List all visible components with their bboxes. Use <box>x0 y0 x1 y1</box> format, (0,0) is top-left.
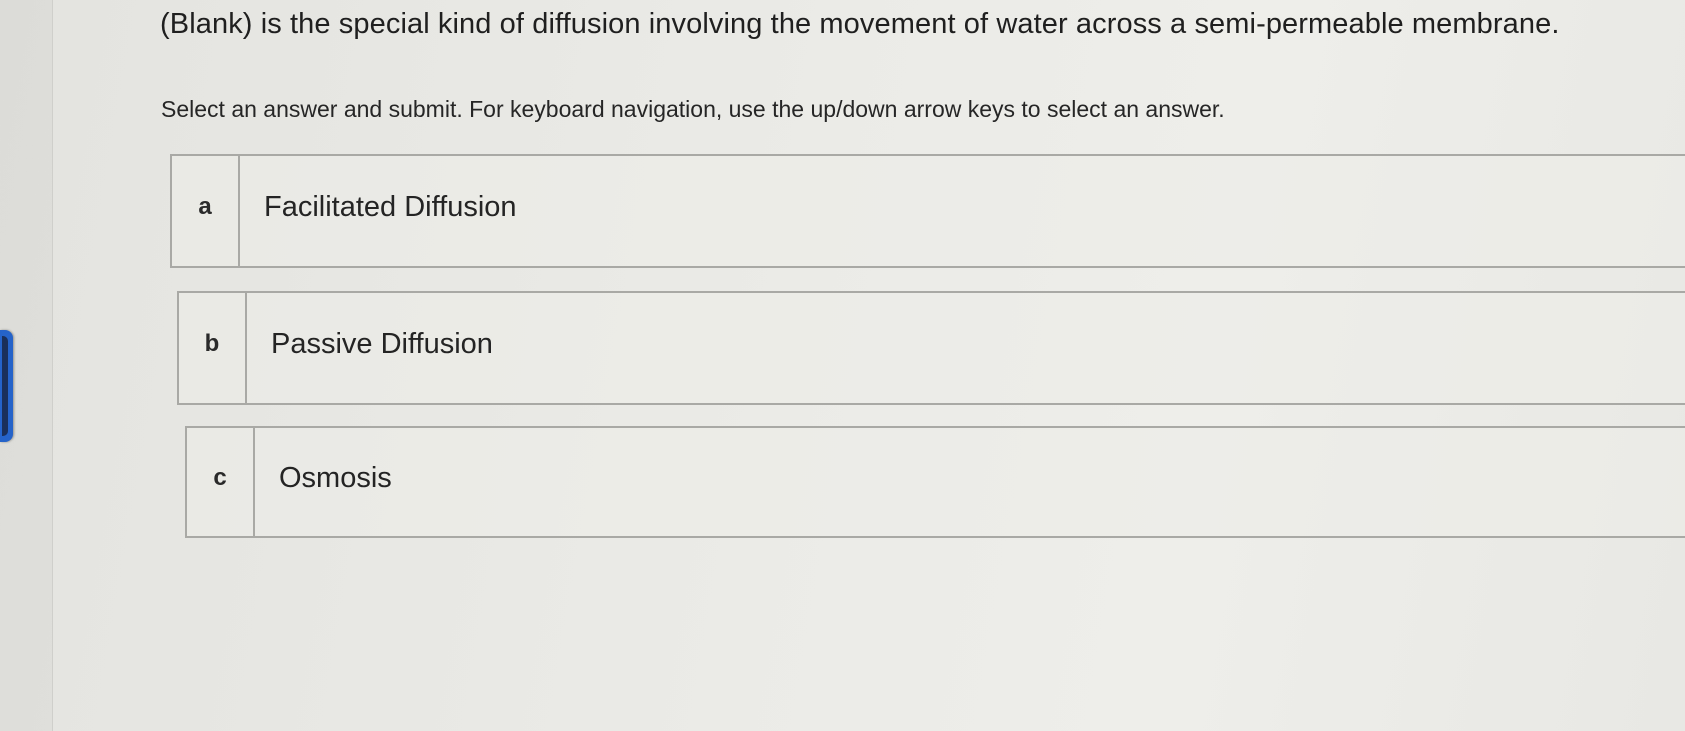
option-label: Passive Diffusion <box>271 327 493 360</box>
option-letter: c <box>187 428 255 536</box>
option-letter: a <box>172 156 240 266</box>
option-letter: b <box>179 293 247 403</box>
option-label: Facilitated Diffusion <box>264 190 517 223</box>
answer-option-b[interactable]: b Passive Diffusion <box>177 291 1685 405</box>
answer-option-c[interactable]: c Osmosis <box>185 426 1685 538</box>
answer-option-a[interactable]: a Facilitated Diffusion <box>170 154 1685 268</box>
answer-options: a Facilitated Diffusion b Passive Diffus… <box>0 0 1685 731</box>
option-label: Osmosis <box>279 461 392 494</box>
